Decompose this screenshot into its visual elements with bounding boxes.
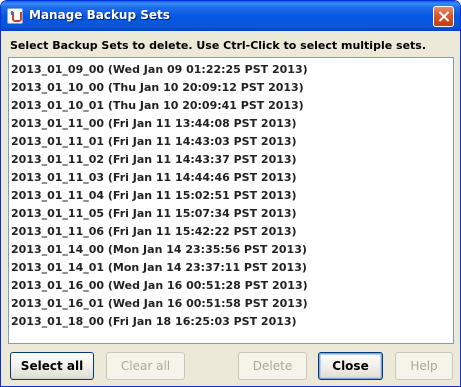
backup-set-item[interactable]: 2013_01_10_01 (Thu Jan 10 20:09:41 PST 2… (11, 97, 304, 115)
java-app-icon (7, 8, 23, 24)
backup-set-item[interactable]: 2013_01_10_00 (Thu Jan 10 20:09:12 PST 2… (11, 79, 304, 97)
backup-set-item[interactable]: 2013_01_11_00 (Fri Jan 11 13:44:08 PST 2… (11, 115, 297, 133)
backup-set-item[interactable]: 2013_01_14_00 (Mon Jan 14 23:35:56 PST 2… (11, 241, 307, 259)
close-button[interactable]: Close (318, 352, 383, 380)
help-button[interactable]: Help (395, 352, 453, 380)
backup-set-item[interactable]: 2013_01_11_06 (Fri Jan 11 15:42:22 PST 2… (11, 223, 297, 241)
window-close-button[interactable] (433, 6, 454, 27)
manage-backup-sets-dialog: Manage Backup Sets Select Backup Sets to… (0, 0, 461, 387)
select-all-button[interactable]: Select all (10, 352, 94, 380)
backup-set-item[interactable]: 2013_01_16_01 (Wed Jan 16 00:51:58 PST 2… (11, 295, 308, 313)
backup-sets-list[interactable]: 2013_01_09_00 (Wed Jan 09 01:22:25 PST 2… (8, 57, 454, 344)
backup-set-item[interactable]: 2013_01_11_01 (Fri Jan 11 14:43:03 PST 2… (11, 133, 297, 151)
backup-set-item[interactable]: 2013_01_11_05 (Fri Jan 11 15:07:34 PST 2… (11, 205, 297, 223)
backup-set-item[interactable]: 2013_01_11_03 (Fri Jan 11 14:44:46 PST 2… (11, 169, 297, 187)
clear-all-button[interactable]: Clear all (106, 352, 185, 380)
instructions-label: Select Backup Sets to delete. Use Ctrl-C… (10, 39, 427, 52)
backup-set-item[interactable]: 2013_01_18_00 (Fri Jan 18 16:25:03 PST 2… (11, 313, 297, 331)
backup-set-item[interactable]: 2013_01_11_04 (Fri Jan 11 15:02:51 PST 2… (11, 187, 297, 205)
title-bar[interactable]: Manage Backup Sets (1, 1, 460, 31)
backup-set-item[interactable]: 2013_01_09_00 (Wed Jan 09 01:22:25 PST 2… (11, 61, 308, 79)
backup-set-item[interactable]: 2013_01_11_02 (Fri Jan 11 14:43:37 PST 2… (11, 151, 297, 169)
backup-set-item[interactable]: 2013_01_16_00 (Wed Jan 16 00:51:28 PST 2… (11, 277, 308, 295)
window-title: Manage Backup Sets (29, 8, 170, 22)
delete-button[interactable]: Delete (238, 352, 307, 380)
backup-set-item[interactable]: 2013_01_14_01 (Mon Jan 14 23:37:11 PST 2… (11, 259, 307, 277)
